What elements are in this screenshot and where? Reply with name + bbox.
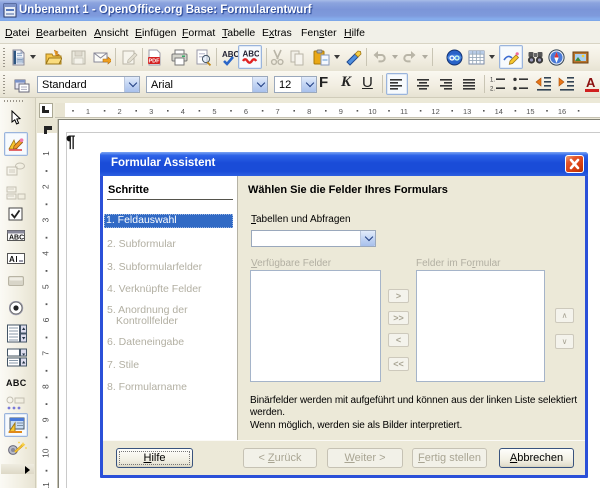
svg-text:4: 4 [41,251,51,256]
svg-text:2: 2 [41,184,51,189]
svg-text:8: 8 [307,107,311,116]
svg-text:1: 1 [86,107,90,116]
svg-text:3: 3 [41,217,51,222]
svg-text:PDF: PDF [149,59,161,65]
svg-text:11: 11 [400,107,408,116]
svg-text:12: 12 [431,107,439,116]
svg-text:7: 7 [276,107,280,116]
svg-text:2: 2 [118,107,122,116]
svg-text:A: A [9,255,15,264]
svg-text:3: 3 [149,107,153,116]
svg-text:15: 15 [526,107,534,116]
svg-text:6: 6 [41,317,51,322]
svg-text:9: 9 [339,107,343,116]
svg-text:10: 10 [41,448,51,458]
svg-text:10: 10 [368,107,376,116]
svg-text:ABC: ABC [222,50,239,59]
svg-text:16: 16 [558,107,566,116]
svg-text:ABC: ABC [9,234,24,241]
svg-text:1.: 1. [490,78,495,84]
svg-text:1: 1 [41,151,51,156]
svg-text:9: 9 [41,417,51,422]
svg-text:5: 5 [41,284,51,289]
svg-text:14: 14 [495,107,503,116]
svg-text:7: 7 [41,351,51,356]
svg-text:13: 13 [463,107,471,116]
svg-text:6: 6 [244,107,248,116]
svg-text:5: 5 [212,107,216,116]
svg-text:4: 4 [181,107,185,116]
svg-text:11: 11 [41,482,51,488]
svg-text:ABC: ABC [243,50,260,59]
svg-text:8: 8 [41,384,51,389]
svg-text:2.: 2. [490,87,495,93]
